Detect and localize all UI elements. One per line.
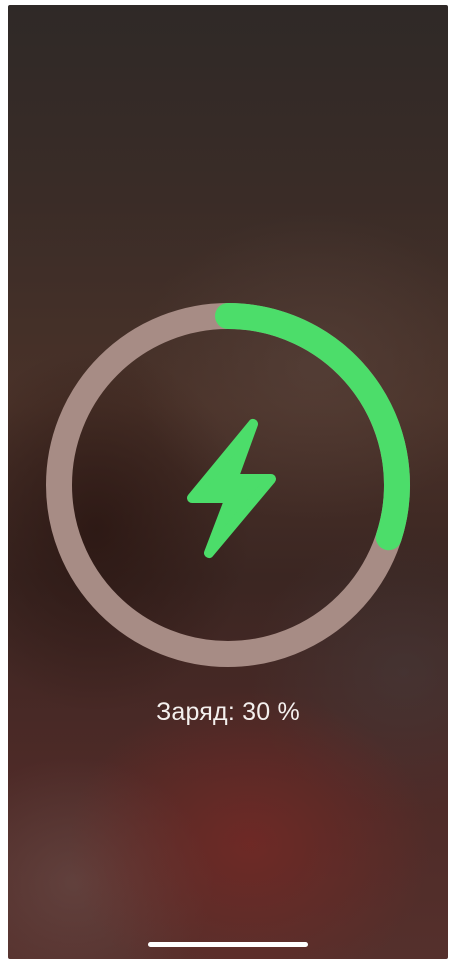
- charging-screen: Заряд: 30 %: [8, 5, 448, 959]
- home-indicator[interactable]: [148, 942, 308, 947]
- lightning-bolt-icon: [187, 419, 276, 558]
- battery-ring: [45, 302, 411, 668]
- battery-ring-svg: [46, 303, 410, 667]
- battery-level-label: Заряд: 30 %: [156, 698, 300, 726]
